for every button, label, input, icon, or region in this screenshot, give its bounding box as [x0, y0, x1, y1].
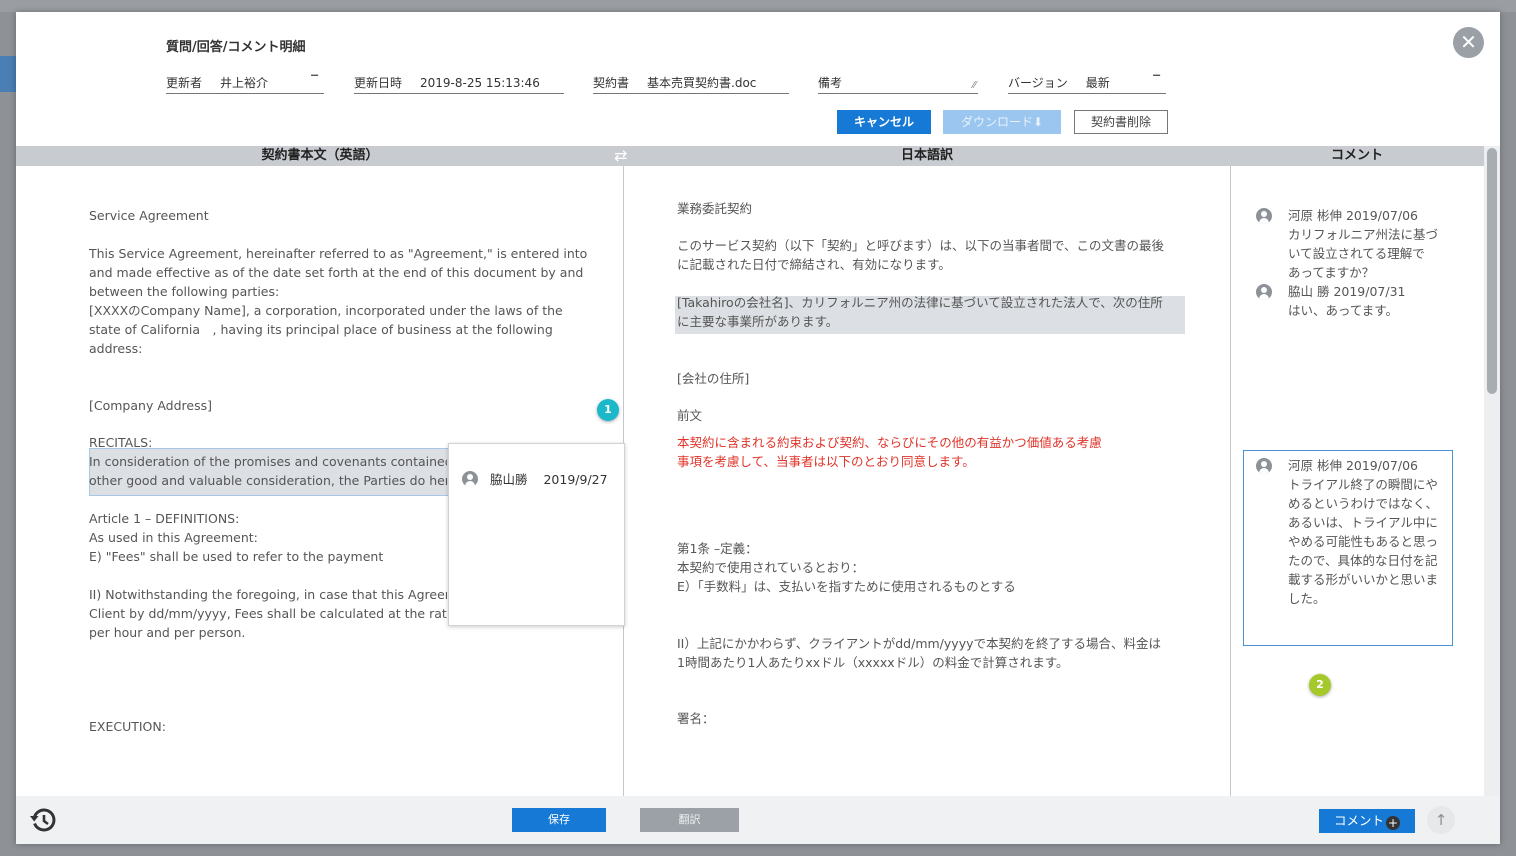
contract-label: 契約書	[593, 76, 630, 90]
download-button[interactable]: ダウンロード⬇	[943, 110, 1061, 134]
japanese-column-title: 日本語訳	[900, 148, 953, 163]
japanese-doc-title: 業務委託契約	[677, 201, 753, 216]
japanese-preamble-text: 本契約に含まれる約束および契約、ならびにその他の有益かつ価値ある考慮 事項を考慮…	[677, 435, 1102, 469]
add-comment-label: コメント	[1333, 813, 1384, 828]
comment-item[interactable]: 脇山 勝 2019/07/31 はい、あってます。	[1256, 282, 1456, 320]
backdrop-accent	[0, 56, 16, 92]
chevron-down-icon: ▔	[1153, 76, 1160, 86]
contract-field: 契約書 基本売買契約書.doc	[593, 74, 789, 94]
popup-date: 2019/9/27	[543, 472, 608, 487]
resize-handle-icon[interactable]: ⁄⁄	[973, 80, 976, 91]
modal-title: 質問/回答/コメント明細	[166, 40, 306, 55]
download-label: ダウンロード	[960, 115, 1033, 129]
detail-modal: 質問/回答/コメント明細 ✕ 更新者 井上裕介 ▔ 更新日時 2019-8-25 1…	[16, 12, 1500, 844]
avatar-icon	[1256, 284, 1272, 300]
updated-label: 更新日時	[354, 76, 403, 90]
japanese-signature: 署名：	[677, 711, 715, 726]
download-icon: ⬇	[1032, 115, 1044, 129]
english-column-title: 契約書本文（英語）	[261, 148, 379, 163]
comment-header: 脇山 勝 2019/07/31	[1288, 284, 1406, 299]
comment-item[interactable]: 河原 彬伸 2019/07/06 トライアル終了の瞬間にや めるというわけではな…	[1256, 456, 1456, 608]
updater-value: 井上裕介	[220, 76, 269, 90]
cancel-button[interactable]: キャンセル	[837, 110, 931, 134]
comment-marker-badge[interactable]: 2	[1309, 674, 1331, 696]
avatar-icon	[462, 471, 478, 487]
history-icon[interactable]	[30, 806, 58, 834]
english-recitals-text[interactable]: In consideration of the promises and cov…	[89, 452, 447, 490]
japanese-preamble-heading: 前文	[677, 408, 703, 423]
note-input[interactable]: 備考 ⁄⁄	[818, 74, 978, 94]
english-execution: EXECUTION:	[89, 719, 166, 734]
updated-value: 2019-8-25 15:13:46	[420, 76, 540, 90]
english-recitals-heading: RECITALS:	[89, 435, 153, 450]
arrow-up-icon[interactable]: ↑	[1427, 806, 1455, 834]
note-label: 備考	[818, 76, 843, 90]
backdrop	[0, 0, 1516, 12]
comment-item[interactable]: 河原 彬伸 2019/07/06 カリフォルニア州法に基づ いて設立されてる理解…	[1256, 206, 1456, 282]
updater-label: 更新者	[166, 76, 203, 90]
close-icon[interactable]: ✕	[1453, 27, 1484, 58]
comment-header: 河原 彬伸 2019/07/06	[1288, 208, 1418, 223]
plus-icon: +	[1386, 816, 1400, 830]
english-address: [Company Address]	[89, 398, 212, 413]
version-label: バージョン	[1008, 76, 1068, 90]
contract-value: 基本売買契約書.doc	[647, 76, 757, 90]
chevron-down-icon: ▔	[311, 76, 318, 86]
scrollbar[interactable]	[1484, 146, 1500, 796]
english-paragraph: II) Notwithstanding the foregoing, in ca…	[89, 587, 447, 640]
column-divider	[1230, 166, 1231, 796]
updated-at-field: 更新日時 2019-8-25 15:13:46	[354, 74, 564, 94]
japanese-article1: 第1条 –定義： 本契約で使用されているとおり： E）「手数料」は、支払いを指す…	[677, 541, 1016, 594]
modal-footer: 保存 翻訳 コメント + ↑	[16, 796, 1500, 844]
column-header-bar: 契約書本文（英語） ⇄ 日本語訳 コメント	[16, 146, 1484, 166]
english-doc-title: Service Agreement	[89, 208, 209, 223]
save-button[interactable]: 保存	[512, 808, 606, 832]
english-paragraph: This Service Agreement, hereinafter refe…	[89, 246, 588, 356]
japanese-paragraph: このサービス契約（以下「契約」と呼びます）は、以下の当事者間で、この文書の最後 …	[677, 238, 1165, 272]
comment-header: 河原 彬伸 2019/07/06	[1288, 458, 1418, 473]
comment-column-title: コメント	[1330, 148, 1383, 163]
version-select[interactable]: バージョン 最新 ▔	[1008, 74, 1166, 94]
translate-button[interactable]: 翻訳	[640, 808, 739, 832]
avatar-icon	[1256, 458, 1272, 474]
japanese-address: [会社の住所]	[677, 371, 750, 386]
japanese-paragraph: II）上記にかかわらず、クライアントがdd/mm/yyyyで本契約を終了する場合…	[677, 636, 1161, 670]
version-value: 最新	[1085, 76, 1110, 90]
japanese-paragraph-highlighted: [Takahiroの会社名]、カリフォルニア州の法律に基づいて設立された法人で、…	[677, 295, 1163, 329]
add-comment-button[interactable]: コメント +	[1319, 809, 1415, 833]
updater-select[interactable]: 更新者 井上裕介 ▔	[166, 74, 324, 94]
scrollbar-thumb[interactable]	[1487, 148, 1497, 394]
avatar-icon	[1256, 208, 1272, 224]
comment-popup: 脇山勝 2019/9/27	[448, 443, 625, 626]
delete-contract-button[interactable]: 契約書削除	[1074, 110, 1168, 134]
english-article1: Article 1 – DEFINITIONS: As used in this…	[89, 511, 384, 564]
popup-author: 脇山勝 2019/9/27	[462, 469, 608, 488]
popup-user: 脇山勝	[489, 472, 528, 487]
comment-marker-badge[interactable]: 1	[597, 399, 619, 421]
